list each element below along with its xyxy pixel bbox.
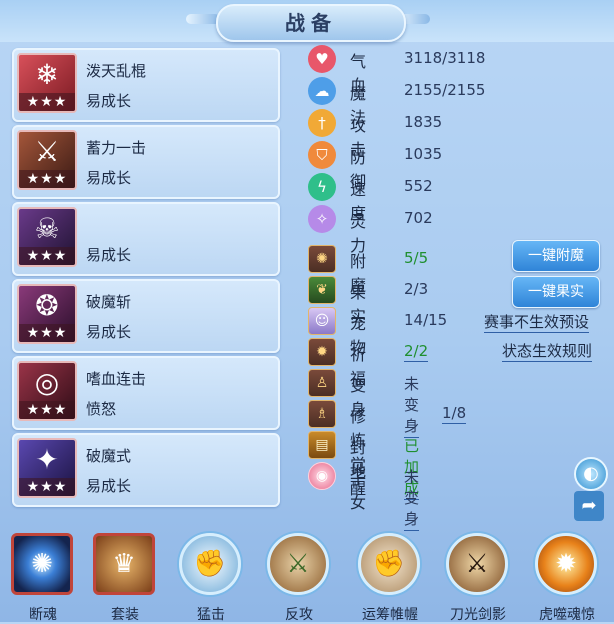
skill-card[interactable]: ✦ ★★★ 破魔式 易成长 xyxy=(12,433,280,507)
attr-value: 1035 xyxy=(404,145,443,163)
attr-value: 552 xyxy=(404,177,433,195)
pet-icon: ☺ xyxy=(308,307,336,335)
fist-strike-icon: ✊ xyxy=(179,533,241,595)
bottom-skill-blade-light[interactable]: ⚔ 刀光剑影 xyxy=(443,530,513,623)
skill-trait: 易成长 xyxy=(86,246,132,264)
bottom-skill-strategy[interactable]: ✊ 运筹帷幄 xyxy=(355,530,425,623)
bottom-skill-label: 套装 xyxy=(111,607,139,623)
attr-value: 702 xyxy=(404,209,433,227)
gear-set-icon: ♛ xyxy=(93,533,155,595)
armored-warrior-icon: ⚔ ★★★ xyxy=(17,130,77,190)
bottom-skill-tiger-soul[interactable]: ✹ 虎噬魂惊 xyxy=(532,530,602,623)
skill-name: 泼天乱棍 xyxy=(86,62,147,80)
status-value[interactable]: 未变身 xyxy=(404,466,420,531)
shield-icon: ⛉ xyxy=(308,141,336,169)
skill-card[interactable]: ❄ ★★★ 泼天乱棍 易成长 xyxy=(12,48,280,122)
skill-name: 破魔式 xyxy=(86,447,132,465)
skill-name: 嗜血连击 xyxy=(86,370,147,388)
skill-name: 破魔斩 xyxy=(86,293,132,311)
skill-card[interactable]: ⚔ ★★★ 蓄力一击 易成长 xyxy=(12,125,280,199)
bottom-skill-soul-break[interactable]: ✺ 断魂 xyxy=(8,530,78,623)
soul-break-icon: ✺ xyxy=(11,533,73,595)
spirit-icon: ✧ xyxy=(308,205,336,233)
purple-warrior-icon: ✦ ★★★ xyxy=(17,438,77,498)
blade-light-icon: ⚔ xyxy=(446,533,508,595)
attr-value: 1835 xyxy=(404,113,443,131)
fief-icon: ▤ xyxy=(308,431,336,459)
heart-icon: ♥ xyxy=(308,45,336,73)
star-rating: ★★★ xyxy=(19,93,75,111)
status-value[interactable]: 1/8 xyxy=(442,404,467,424)
blessing-icon: ✹ xyxy=(308,338,336,366)
star-rating: ★★★ xyxy=(19,324,75,342)
skill-card[interactable]: ☠ ★★★ 易成长 xyxy=(12,202,280,276)
ice-staff-icon: ❄ ★★★ xyxy=(17,53,77,113)
blood-ring-icon: ◎ ★★★ xyxy=(17,361,77,421)
star-rating: ★★★ xyxy=(19,247,75,265)
strategy-fist-icon: ✊ xyxy=(358,533,420,595)
one-click-fruit-button[interactable]: 一键果实 xyxy=(512,276,600,308)
attr-value: 3118/3118 xyxy=(404,49,486,67)
bottom-skill-strike[interactable]: ✊ 猛击 xyxy=(176,530,246,623)
golden-chain-icon: ❂ ★★★ xyxy=(17,284,77,344)
status-label: 子女 xyxy=(350,469,367,512)
counter-attack-icon: ⚔ xyxy=(267,533,329,595)
skill-trait: 易成长 xyxy=(86,323,132,341)
share-icon[interactable]: ➦ xyxy=(574,491,604,521)
status-value: 14/15 xyxy=(404,311,448,329)
tiger-soul-icon: ✹ xyxy=(535,533,597,595)
child-icon: ◉ xyxy=(308,462,336,490)
star-rating: ★★★ xyxy=(19,478,75,496)
bottom-skill-label: 猛击 xyxy=(197,607,225,623)
transform-icon: ♙ xyxy=(308,369,336,397)
bottom-skill-label: 虎噬魂惊 xyxy=(539,607,595,623)
skill-card[interactable]: ◎ ★★★ 嗜血连击 愤怒 xyxy=(12,356,280,430)
skill-trait: 易成长 xyxy=(86,169,132,187)
attr-value: 2155/2155 xyxy=(404,81,486,99)
bottom-skill-label: 反攻 xyxy=(285,607,313,623)
bottom-skill-label: 刀光剑影 xyxy=(450,607,506,623)
status-rules-link[interactable]: 状态生效规则 xyxy=(502,340,593,362)
bottom-skill-counter[interactable]: ⚔ 反攻 xyxy=(264,530,334,623)
star-rating: ★★★ xyxy=(19,170,75,188)
skill-name: 蓄力一击 xyxy=(86,139,147,157)
bell-icon[interactable]: ◐ xyxy=(574,457,608,491)
bottom-skill-label: 断魂 xyxy=(29,607,57,623)
one-click-enchant-button[interactable]: 一键附魔 xyxy=(512,240,600,272)
lightning-icon: ϟ xyxy=(308,173,336,201)
skill-trait: 易成长 xyxy=(86,477,132,495)
status-value[interactable]: 未变身 xyxy=(404,373,420,438)
page-title: 战备 xyxy=(285,11,337,35)
status-value[interactable]: 2/2 xyxy=(404,342,429,362)
skill-trait: 愤怒 xyxy=(86,400,117,418)
cultivation-icon: ♗ xyxy=(308,400,336,428)
status-value: 2/3 xyxy=(404,280,429,298)
fruit-icon: ❦ xyxy=(308,276,336,304)
skill-trait: 易成长 xyxy=(86,92,132,110)
bottom-skill-gear-set[interactable]: ♛ 套装 xyxy=(90,530,160,623)
bottom-skill-label: 运筹帷幄 xyxy=(362,607,418,623)
title-left-ornament xyxy=(186,14,220,24)
demon-mask-icon: ☠ ★★★ xyxy=(17,207,77,267)
star-rating: ★★★ xyxy=(19,401,75,419)
enchant-icon: ✺ xyxy=(308,245,336,273)
status-value: 5/5 xyxy=(404,249,429,267)
mana-icon: ☁ xyxy=(308,77,336,105)
event-preset-link[interactable]: 赛事不生效预设 xyxy=(484,311,590,333)
title-plate: 战备 xyxy=(216,4,406,42)
sword-icon: † xyxy=(308,109,336,137)
skill-card[interactable]: ❂ ★★★ 破魔斩 易成长 xyxy=(12,279,280,353)
